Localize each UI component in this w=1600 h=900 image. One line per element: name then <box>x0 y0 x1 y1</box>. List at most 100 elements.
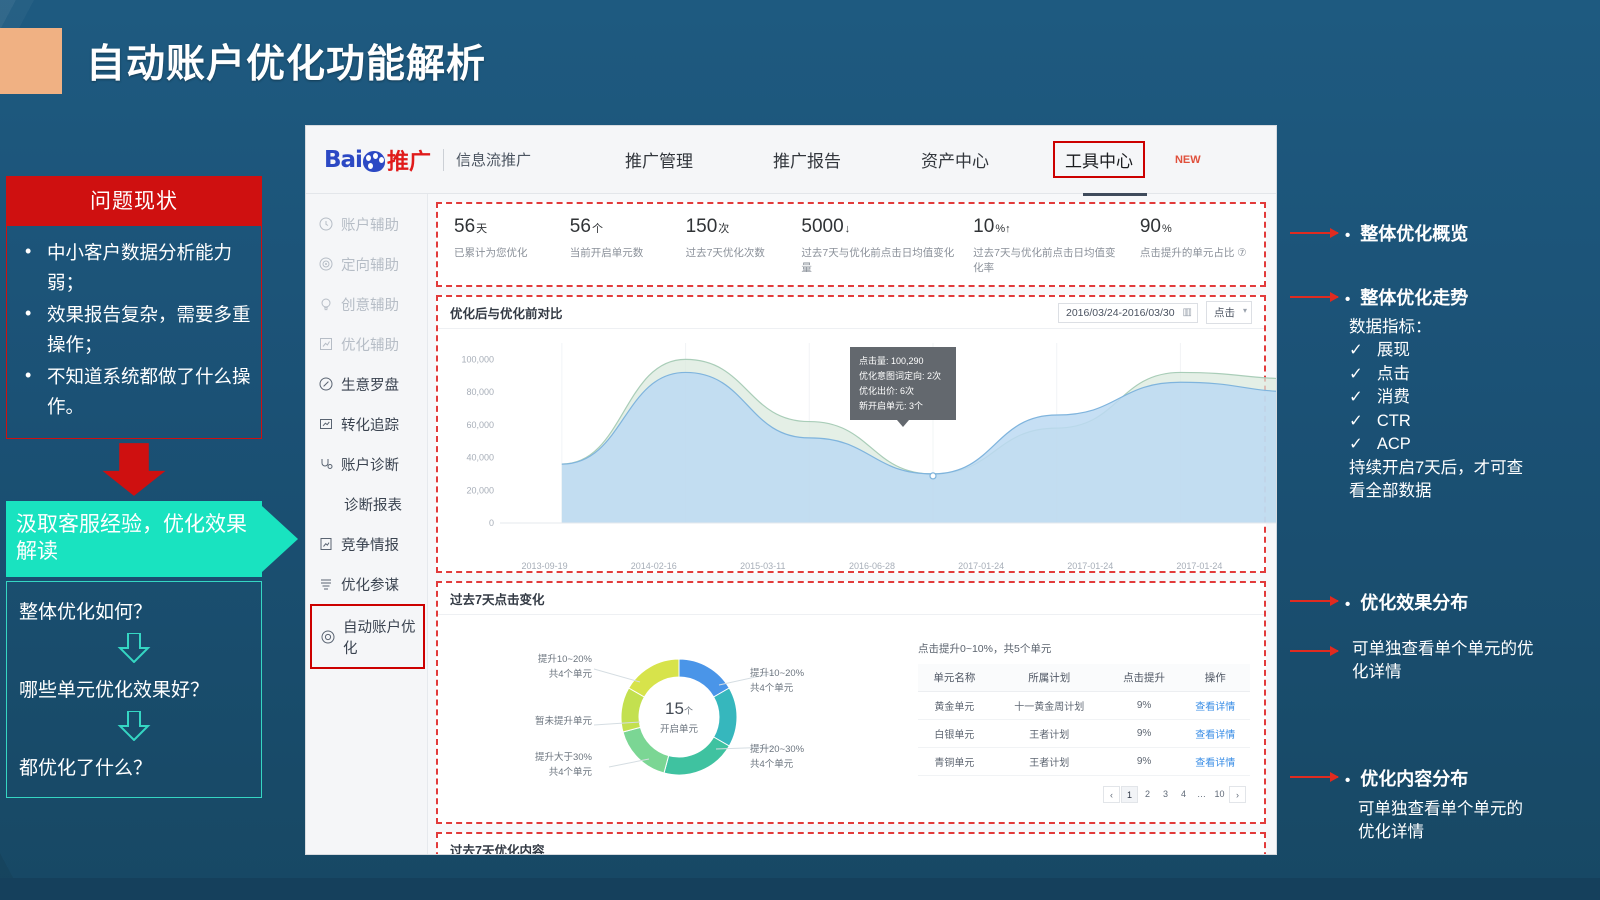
kpi-label: 已累计为您优化 <box>454 247 528 259</box>
kpi-label: 过去7天与优化前点击日均值变化量 <box>801 247 955 274</box>
kpi-value: 90 <box>1139 216 1161 237</box>
trend-card-header: 优化后与优化前对比 2016/03/24-2016/03/30 ▥ 点击 ▾ <box>438 297 1264 329</box>
click-change-card: 过去7天点击变化 提升10~20% 共4个单元 提升10~20% 共4个单元 暂… <box>436 581 1266 824</box>
kpi-value: 56 <box>569 216 591 237</box>
tooltip-line: 新开启单元: 3个 <box>859 400 924 411</box>
annotation-arrow-4 <box>1290 772 1339 782</box>
check-icon: ✓ <box>1349 435 1363 454</box>
nav-item-tuiguangguanli[interactable]: 推广管理 <box>585 147 733 172</box>
tooltip-line: 优化出价: 6次 <box>859 385 915 396</box>
kpi-unit: % <box>1162 223 1172 235</box>
bullet-dot: • <box>1345 291 1351 308</box>
pager-ellipsis: … <box>1197 789 1206 799</box>
kpi-value: 56 <box>454 216 476 237</box>
cell-plan: 十一黄金周计划 <box>990 691 1108 720</box>
pager-page-3[interactable]: 3 <box>1157 786 1174 803</box>
list-item: 效果报告复杂，需要多重操作； <box>13 299 251 360</box>
annotation-sub-title: 数据指标： <box>1349 318 1432 336</box>
sidebar-item-youhuafuzhu[interactable]: 优化辅助 <box>306 324 427 364</box>
title-accent-swatch <box>0 28 62 94</box>
x-tick: 2013-09-19 <box>521 561 568 571</box>
bullet-dot: • <box>1345 772 1351 789</box>
annotation-3: • 优化效果分布 <box>1345 589 1468 615</box>
annotation-text: 优化内容分布 <box>1360 769 1469 789</box>
donut-slice <box>628 658 680 698</box>
sidebar-item-zhanghuzhenduan[interactable]: 账户诊断 <box>306 444 427 484</box>
cell-click-lift: 9% <box>1107 719 1181 748</box>
cell-unit-name: 白银单元 <box>918 719 991 748</box>
chart-x-axis: 2013-09-19 2014-02-16 2015-03-11 2016-06… <box>438 557 1264 571</box>
kpi-label: 点击提升的单元占比 ⑦ <box>1139 247 1247 259</box>
nav-item-zichanzhongxin[interactable]: 资产中心 <box>881 147 1029 172</box>
pager-page-1[interactable]: 1 <box>1121 786 1138 803</box>
nav-new-badge: NEW <box>1174 153 1201 166</box>
col-header-plan: 所属计划 <box>990 664 1108 692</box>
nav-item-tuiguangbaogao[interactable]: 推广报告 <box>733 147 881 172</box>
area-chart[interactable]: 点击量: 100,290 优化意图词定向: 2次 优化出价: 6次 新开启单元:… <box>438 329 1276 557</box>
tooltip-line: 点击量: 100,290 <box>859 356 924 366</box>
view-details-link[interactable]: 查看详情 <box>1180 691 1250 720</box>
flow-step: 哪些单元优化效果好？ <box>19 680 210 702</box>
pager-page-2[interactable]: 2 <box>1139 786 1156 803</box>
sidebar-item-label: 自动账户优化 <box>343 619 416 657</box>
pager-page-10[interactable]: 10 <box>1211 786 1228 803</box>
x-tick: 2017-01-24 <box>958 561 1005 571</box>
pager-next[interactable]: › <box>1229 786 1246 803</box>
kpi-overview-panel: 56天 已累计为您优化 56个 当前开启单元数 150次 过去7天优化次数 50… <box>436 202 1266 287</box>
donut-center-unit: 个 <box>683 706 693 716</box>
date-range-input[interactable]: 2016/03/24-2016/03/30 ▥ <box>1058 302 1198 323</box>
chart-tooltip: 点击量: 100,290 优化意图词定向: 2次 优化出价: 6次 新开启单元:… <box>850 347 956 421</box>
logo-bai-text: Bai <box>324 146 363 173</box>
flow-box: 整体优化如何？ 哪些单元优化效果好？ 都优化了什么？ <box>6 581 262 799</box>
annotation-3-note: 可单独查看单个单元的优化详情 <box>1352 640 1534 682</box>
sidebar-item-dingxiangfuzhu[interactable]: 定向辅助 <box>306 244 427 284</box>
metric-select[interactable]: 点击 ▾ <box>1206 301 1252 324</box>
convert-icon <box>318 417 333 432</box>
annotation-arrow-3b <box>1290 646 1339 656</box>
baidu-logo[interactable]: Bai 推广 信息流推广 <box>324 144 531 176</box>
annotation-arrow-1 <box>1290 228 1339 238</box>
bulb-icon <box>318 297 333 312</box>
sidebar-item-label: 创意辅助 <box>341 297 399 314</box>
sidebar-item-zhenduanbaobiao[interactable]: 诊断报表 <box>306 484 427 524</box>
annotation-note: 持续开启7天后，才可查看全部数据 <box>1349 458 1524 500</box>
annotation-arrow-3 <box>1290 596 1339 606</box>
svg-text:20,000: 20,000 <box>466 485 494 495</box>
check-item: ✓ CTR <box>1349 411 1411 430</box>
svg-text:100,000: 100,000 <box>461 354 494 364</box>
flow-arrow-1 <box>17 632 251 668</box>
sidebar-item-shengyiluopan[interactable]: 生意罗盘 <box>306 364 427 404</box>
sidebar-item-label: 诊断报表 <box>344 497 402 514</box>
donut-label: 提升20~30% <box>750 744 805 755</box>
svg-text:80,000: 80,000 <box>466 387 494 397</box>
donut-label: 共4个单元 <box>750 758 794 770</box>
x-tick: 2016-06-28 <box>848 561 896 571</box>
page-title: 自动账户优化功能解析 <box>86 43 487 86</box>
sidebar-item-chuangyifuzhu[interactable]: 创意辅助 <box>306 284 427 324</box>
col-header-click-lift: 点击提升 <box>1107 664 1181 692</box>
view-details-link[interactable]: 查看详情 <box>1180 747 1250 776</box>
bullet-dot: • <box>1345 227 1351 244</box>
kpi-card: 5000↓ 过去7天与优化前点击日均值变化量 <box>787 216 959 275</box>
sidebar-item-zhuanhuazhuizong[interactable]: 转化追踪 <box>306 404 427 444</box>
view-details-link[interactable]: 查看详情 <box>1180 719 1250 748</box>
sidebar-item-jingzhengqingbao[interactable]: 竞争情报 <box>306 524 427 564</box>
kpi-card: 150次 过去7天优化次数 <box>672 216 788 275</box>
sidebar-item-label: 竞争情报 <box>341 537 399 554</box>
sidebar-item-zidongzhanghuyouhua[interactable]: 自动账户优化 <box>310 604 425 669</box>
pager-prev[interactable]: ‹ <box>1103 786 1120 803</box>
pager-page-4[interactable]: 4 <box>1175 786 1192 803</box>
kpi-value: 150 <box>685 216 718 237</box>
nav-item-gongjuzhongxin[interactable]: 工具中心 <box>1052 141 1145 178</box>
kpi-unit: 个 <box>591 223 603 235</box>
list-item: 不知道系统都做了什么操作。 <box>13 361 251 422</box>
check-item: ✓ 消费 <box>1349 388 1410 407</box>
sidebar-item-zhanghufuzhu[interactable]: 账户辅助 <box>306 204 427 244</box>
table-row: 青铜单元 王者计划 9% 查看详情 <box>918 747 1250 776</box>
annotation-text: 优化效果分布 <box>1360 593 1469 613</box>
logo-tuiguang-text: 推广 <box>386 148 431 174</box>
check-item: ✓ 点击 <box>1349 364 1410 383</box>
svg-text:60,000: 60,000 <box>466 420 494 430</box>
kpi-label: 当前开启单元数 <box>569 247 644 259</box>
sidebar-item-youhuacanmou[interactable]: 优化参谋 <box>306 564 427 604</box>
